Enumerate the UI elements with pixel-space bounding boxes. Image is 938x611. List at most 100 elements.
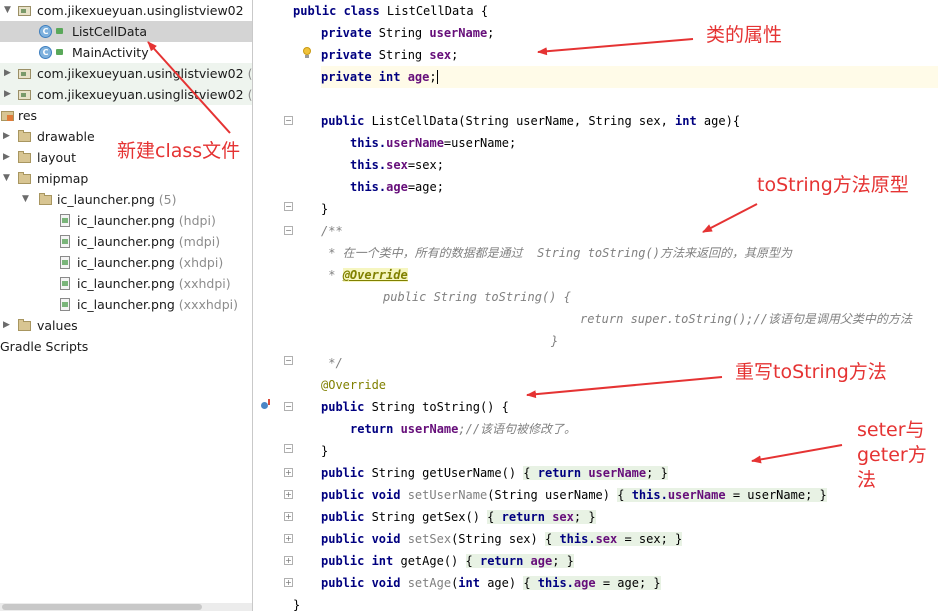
tree-item-label: res bbox=[18, 108, 38, 123]
tree-item-ic-launcher-group[interactable]: ▼ ic_launcher.png (5) bbox=[0, 189, 252, 210]
tree-item-values[interactable]: ▶ values bbox=[0, 315, 252, 336]
horizontal-scrollbar[interactable] bbox=[0, 603, 252, 611]
fold-collapse-icon[interactable]: − bbox=[284, 402, 293, 411]
code-token: ; bbox=[451, 48, 459, 62]
chevron-right-icon[interactable]: ▶ bbox=[4, 84, 11, 105]
annotation-line: @Override bbox=[321, 374, 386, 396]
code-token: } bbox=[321, 444, 329, 458]
fold-collapse-icon[interactable]: − bbox=[284, 116, 293, 125]
tree-item-package-main[interactable]: ▼ com.jikexueyuan.usinglistview02 bbox=[0, 0, 252, 21]
fold-expand-icon[interactable]: + bbox=[284, 534, 293, 543]
chevron-down-icon[interactable]: ▼ bbox=[22, 189, 29, 210]
tree-item-suffix: (and bbox=[247, 66, 252, 81]
chevron-right-icon[interactable]: ▶ bbox=[3, 147, 10, 168]
tree-item-package-test[interactable]: ▶ com.jikexueyuan.usinglistview02 (test) bbox=[0, 84, 252, 105]
code-token: age bbox=[530, 554, 553, 568]
folded-body[interactable]: { this.sex = sex; } bbox=[544, 532, 683, 546]
chevron-down-icon[interactable]: ▼ bbox=[4, 0, 11, 21]
code-token: private bbox=[321, 26, 379, 40]
code-line: public ListCellData(String userName, Str… bbox=[321, 110, 740, 132]
fold-expand-icon[interactable]: + bbox=[284, 512, 293, 521]
code-token: ; } bbox=[552, 554, 574, 568]
folded-body[interactable]: { return userName; } bbox=[523, 466, 668, 480]
folded-body[interactable]: { return sex; } bbox=[487, 510, 596, 524]
tree-item-ic-launcher-xxxhdpi[interactable]: ic_launcher.png (xxxhdpi) bbox=[0, 294, 252, 315]
code-token: public void bbox=[321, 532, 408, 546]
tree-item-ic-launcher-mdpi[interactable]: ic_launcher.png (mdpi) bbox=[0, 231, 252, 252]
tree-item-suffix: (test) bbox=[247, 87, 252, 102]
code-token: userName bbox=[386, 136, 444, 150]
code-token: sex bbox=[595, 532, 618, 546]
code-line-folded: public String getUserName() { return use… bbox=[321, 462, 668, 484]
fold-end-icon[interactable]: − bbox=[284, 202, 293, 211]
chevron-right-icon[interactable]: ▶ bbox=[4, 63, 11, 84]
code-token: public int bbox=[321, 554, 401, 568]
tree-item-label: Gradle Scripts bbox=[0, 339, 89, 354]
class-icon: C bbox=[39, 25, 52, 38]
fold-expand-icon[interactable]: + bbox=[284, 556, 293, 565]
folded-body[interactable]: { this.userName = userName; } bbox=[617, 488, 827, 502]
tree-item-mipmap[interactable]: ▼ mipmap bbox=[0, 168, 252, 189]
tree-item-listcelldata[interactable]: C ListCellData bbox=[0, 21, 252, 42]
code-editor[interactable]: − − − − − − + + + + + + public class Lis… bbox=[253, 0, 938, 611]
tree-item-ic-launcher-hdpi[interactable]: ic_launcher.png (hdpi) bbox=[0, 210, 252, 231]
tree-item-ic-launcher-xhdpi[interactable]: ic_launcher.png (xhdpi) bbox=[0, 252, 252, 273]
tree-item-label: ic_launcher.png bbox=[77, 213, 175, 228]
code-token: getAge() bbox=[400, 554, 466, 568]
code-token: this. bbox=[559, 532, 596, 546]
code-token: this. bbox=[537, 576, 574, 590]
code-token: private bbox=[321, 48, 379, 62]
code-token: { bbox=[617, 488, 632, 502]
code-token: sex bbox=[429, 48, 452, 62]
lock-icon bbox=[56, 28, 63, 34]
code-token: userName bbox=[667, 488, 726, 502]
comment-line: public String toString() { bbox=[383, 286, 571, 308]
code-token: int bbox=[458, 576, 488, 590]
tree-item-mainactivity[interactable]: C MainActivity bbox=[0, 42, 252, 63]
lightbulb-icon[interactable] bbox=[302, 47, 312, 59]
code-token: = sex; } bbox=[617, 532, 683, 546]
folder-icon bbox=[18, 172, 31, 185]
folded-body[interactable]: { this.age = age; } bbox=[523, 576, 661, 590]
image-file-icon bbox=[59, 256, 72, 269]
tree-item-suffix: (hdpi) bbox=[174, 213, 216, 228]
code-line: public class ListCellData { bbox=[293, 0, 488, 22]
fold-expand-icon[interactable]: + bbox=[284, 468, 293, 477]
tree-item-ic-launcher-xxhdpi[interactable]: ic_launcher.png (xxhdpi) bbox=[0, 273, 252, 294]
chevron-right-icon[interactable]: ▶ bbox=[3, 315, 10, 336]
folded-body[interactable]: { return age; } bbox=[465, 554, 574, 568]
tree-item-label: mipmap bbox=[37, 171, 89, 186]
chevron-right-icon[interactable]: ▶ bbox=[3, 126, 10, 147]
note-setter-getter-2: geter方 bbox=[857, 444, 927, 466]
fold-collapse-icon[interactable]: − bbox=[284, 226, 293, 235]
comment-line: * 在一个类中，所有的数据都是通过 String toString()方法来返回… bbox=[321, 242, 792, 264]
tree-item-res[interactable]: res bbox=[0, 105, 252, 126]
code-line: } bbox=[293, 594, 300, 611]
code-token: ; } bbox=[646, 466, 668, 480]
tree-item-suffix: (xxxhdpi) bbox=[174, 297, 239, 312]
tree-item-label: MainActivity bbox=[72, 45, 149, 60]
code-token: public void bbox=[321, 576, 408, 590]
comment-line: * @Override bbox=[321, 264, 408, 286]
fold-end-icon[interactable]: − bbox=[284, 356, 293, 365]
code-line-current: private int age; bbox=[321, 66, 938, 88]
code-token: public bbox=[321, 400, 372, 414]
code-token: =age; bbox=[407, 180, 444, 194]
fold-expand-icon[interactable]: + bbox=[284, 578, 293, 587]
override-marker-icon[interactable] bbox=[261, 399, 271, 409]
chevron-down-icon[interactable]: ▼ bbox=[3, 168, 10, 189]
fold-expand-icon[interactable]: + bbox=[284, 490, 293, 499]
code-token: } bbox=[293, 598, 301, 611]
tree-item-gradle-scripts[interactable]: Gradle Scripts bbox=[0, 336, 252, 357]
image-file-icon bbox=[59, 235, 72, 248]
code-line: public String toString() { bbox=[321, 396, 509, 418]
code-token: this. bbox=[350, 136, 387, 150]
folder-icon bbox=[18, 151, 31, 164]
fold-end-icon[interactable]: − bbox=[284, 444, 293, 453]
code-token: return super.toString();//该语句是调用父类中的方法 bbox=[580, 312, 912, 326]
note-setter-getter-1: seter与 bbox=[857, 419, 925, 441]
code-token: { bbox=[487, 510, 502, 524]
tree-item-package-androidtest[interactable]: ▶ com.jikexueyuan.usinglistview02 (and bbox=[0, 63, 252, 84]
scrollbar-thumb[interactable] bbox=[2, 604, 202, 610]
code-token: (String userName) bbox=[487, 488, 618, 502]
